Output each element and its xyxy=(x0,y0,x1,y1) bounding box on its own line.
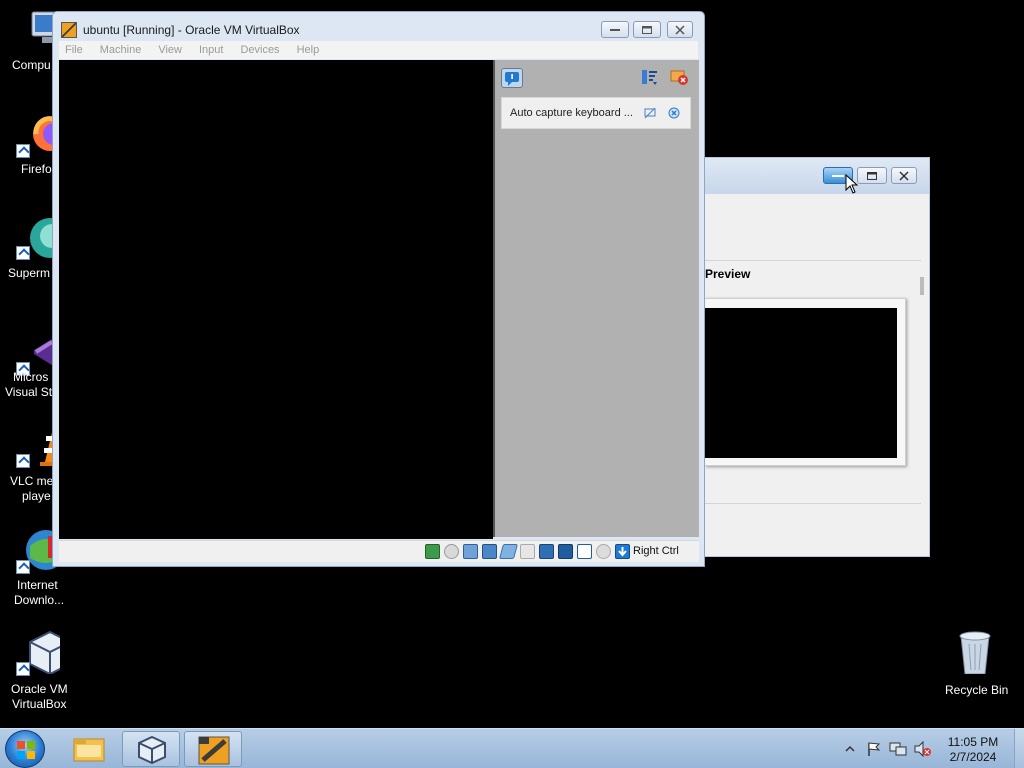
desktop-icon-label-line1: VLC me xyxy=(10,474,54,488)
desktop-icon-label-line1: Oracle VM xyxy=(11,682,68,696)
desktop-icon-label-line1: Micros xyxy=(13,370,49,384)
clock-time: 11:05 PM xyxy=(947,735,999,749)
vm-session-icon xyxy=(198,736,230,765)
show-desktop-button[interactable] xyxy=(1014,729,1024,768)
minimize-button[interactable] xyxy=(601,21,629,38)
desktop-icon-virtualbox[interactable]: Oracle VM VirtualBox xyxy=(0,630,76,711)
message-icon xyxy=(505,72,519,86)
sort-icon xyxy=(642,70,657,85)
network-icon[interactable] xyxy=(482,544,497,559)
minimize-icon xyxy=(832,174,844,177)
minimize-icon xyxy=(610,28,620,31)
video-capture-icon[interactable] xyxy=(558,544,573,559)
divider xyxy=(705,260,921,261)
dismiss-all-icon xyxy=(670,70,688,85)
desktop-icon-label: Superm xyxy=(8,266,51,280)
vm-display[interactable] xyxy=(59,60,493,539)
maximize-icon xyxy=(642,25,652,34)
virtualbox-app-icon xyxy=(61,22,77,38)
mouse-integration-icon[interactable] xyxy=(596,544,611,559)
sort-button[interactable] xyxy=(639,68,661,88)
shared-folders-icon[interactable] xyxy=(520,544,535,559)
close-notification-icon[interactable] xyxy=(668,107,680,119)
menu-view[interactable]: View xyxy=(158,44,182,56)
taskbar-vm-ubuntu-button[interactable] xyxy=(184,731,242,767)
virtualbox-icon xyxy=(16,630,71,676)
window-title: ubuntu [Running] - Oracle VM VirtualBox xyxy=(61,20,300,40)
action-center-flag-icon[interactable] xyxy=(866,741,882,757)
shortcut-arrow-icon xyxy=(16,560,30,574)
dismiss-all-button[interactable] xyxy=(669,68,691,88)
desktop-icon-label: Compu xyxy=(12,58,51,72)
do-not-show-again-icon[interactable] xyxy=(644,107,656,119)
recycle-bin-icon xyxy=(953,630,997,675)
system-clock[interactable]: 11:05 PM 2/7/2024 xyxy=(930,735,1016,765)
notification-text: Auto capture keyboard ... xyxy=(510,107,633,119)
menu-devices[interactable]: Devices xyxy=(240,44,279,56)
show-hidden-icons-icon[interactable] xyxy=(845,744,855,754)
desktop-icon-label: Recycle Bin xyxy=(945,683,1009,697)
virtualbox-icon xyxy=(138,735,166,765)
desktop-icon-label-line2: VirtualBox xyxy=(12,697,67,711)
desktop-icon-label: Firefo xyxy=(21,162,52,176)
close-icon xyxy=(675,24,685,35)
menu-input[interactable]: Input xyxy=(199,44,223,56)
taskbar-virtualbox-manager-button[interactable] xyxy=(122,731,180,767)
menu-help[interactable]: Help xyxy=(297,44,320,56)
host-key-label: Right Ctrl xyxy=(633,545,679,557)
preview-heading: Preview xyxy=(705,267,751,281)
menu-machine[interactable]: Machine xyxy=(100,44,142,56)
desktop-icon-label-line2: Visual St xyxy=(5,385,53,399)
optical-drive-icon[interactable] xyxy=(444,544,459,559)
close-button[interactable] xyxy=(891,167,917,184)
virtualbox-vm-window[interactable]: ubuntu [Running] - Oracle VM VirtualBox … xyxy=(52,11,705,567)
maximize-button[interactable] xyxy=(633,21,661,38)
keyboard-capture-icon[interactable] xyxy=(615,544,630,559)
shortcut-arrow-icon xyxy=(16,662,30,676)
desktop-icon-label-line1: Internet xyxy=(17,578,58,592)
desktop-icon-label-line2: playe xyxy=(22,489,51,503)
shortcut-arrow-icon xyxy=(16,246,30,260)
menu-bar: File Machine View Input Devices Help xyxy=(59,41,698,59)
notification-center-panel: Auto capture keyboard ... xyxy=(493,60,699,537)
notification-item: Auto capture keyboard ... xyxy=(501,97,691,129)
window-title-text: ubuntu [Running] - Oracle VM VirtualBox xyxy=(83,23,300,37)
display-icon[interactable] xyxy=(539,544,554,559)
close-icon xyxy=(899,170,909,181)
background-window[interactable]: Preview xyxy=(705,157,930,557)
file-explorer-icon xyxy=(73,738,105,762)
preview-screen xyxy=(705,308,897,458)
taskbar-explorer-button[interactable] xyxy=(60,731,118,767)
shortcut-arrow-icon xyxy=(16,144,30,158)
start-button[interactable] xyxy=(5,730,45,768)
background-window-titlebar[interactable] xyxy=(705,158,929,194)
divider xyxy=(705,503,921,504)
virtualization-icon[interactable] xyxy=(577,544,592,559)
menu-file[interactable]: File xyxy=(65,44,83,56)
shortcut-arrow-icon xyxy=(16,454,30,468)
maximize-icon xyxy=(867,171,877,180)
preview-frame xyxy=(705,298,906,466)
desktop-icon-label-line2: Downlo... xyxy=(14,593,65,607)
notification-center-button[interactable] xyxy=(501,68,523,88)
windows-logo-icon xyxy=(17,741,35,759)
usb-icon[interactable] xyxy=(498,544,519,559)
close-button[interactable] xyxy=(667,21,693,38)
scrollbar-thumb[interactable] xyxy=(920,277,924,295)
clock-date: 2/7/2024 xyxy=(949,750,997,764)
mouse-cursor-icon xyxy=(845,174,859,194)
network-status-icon[interactable] xyxy=(889,741,907,757)
audio-icon[interactable] xyxy=(463,544,478,559)
volume-muted-icon[interactable] xyxy=(913,741,931,757)
taskbar: 11:05 PM 2/7/2024 xyxy=(0,728,1024,768)
hard-disk-icon[interactable] xyxy=(425,544,440,559)
maximize-button[interactable] xyxy=(857,167,887,184)
desktop-icon-recycle-bin[interactable]: Recycle Bin xyxy=(937,630,1013,697)
status-bar: Right Ctrl xyxy=(59,540,699,562)
